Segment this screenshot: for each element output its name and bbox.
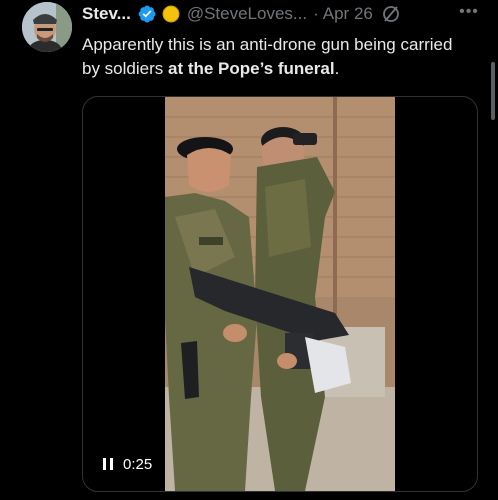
tweet-text-end: .: [334, 59, 340, 78]
video-elapsed-time: 0:25: [123, 455, 153, 473]
video-controls[interactable]: 0:25: [93, 451, 160, 477]
grok-icon[interactable]: [381, 4, 401, 24]
tweet-date[interactable]: Apr 26: [323, 4, 373, 24]
scrollbar-thumb[interactable]: [491, 62, 495, 120]
more-options-icon[interactable]: •••: [458, 3, 480, 23]
video-player[interactable]: 0:25: [82, 96, 478, 492]
author-display-name[interactable]: Stev...: [82, 4, 131, 24]
verified-badge-icon[interactable]: [137, 4, 157, 24]
author-avatar[interactable]: [22, 2, 72, 52]
tweet-card[interactable]: Stev... @SteveLoves... · Apr 26 ••• Appa…: [0, 0, 498, 500]
tweet-text-bold: at the Pope’s funeral: [167, 59, 335, 78]
tweet-text: Apparently this is an anti-drone gun bei…: [82, 33, 472, 81]
video-frame: [165, 97, 395, 491]
avatar-image: [22, 2, 72, 52]
tweet-header: Stev... @SteveLoves... · Apr 26: [82, 3, 401, 25]
author-handle[interactable]: @SteveLoves...: [187, 4, 307, 24]
pause-icon[interactable]: [101, 457, 115, 471]
yellow-circle-badge-icon: [162, 5, 180, 23]
separator-dot: ·: [313, 4, 319, 23]
